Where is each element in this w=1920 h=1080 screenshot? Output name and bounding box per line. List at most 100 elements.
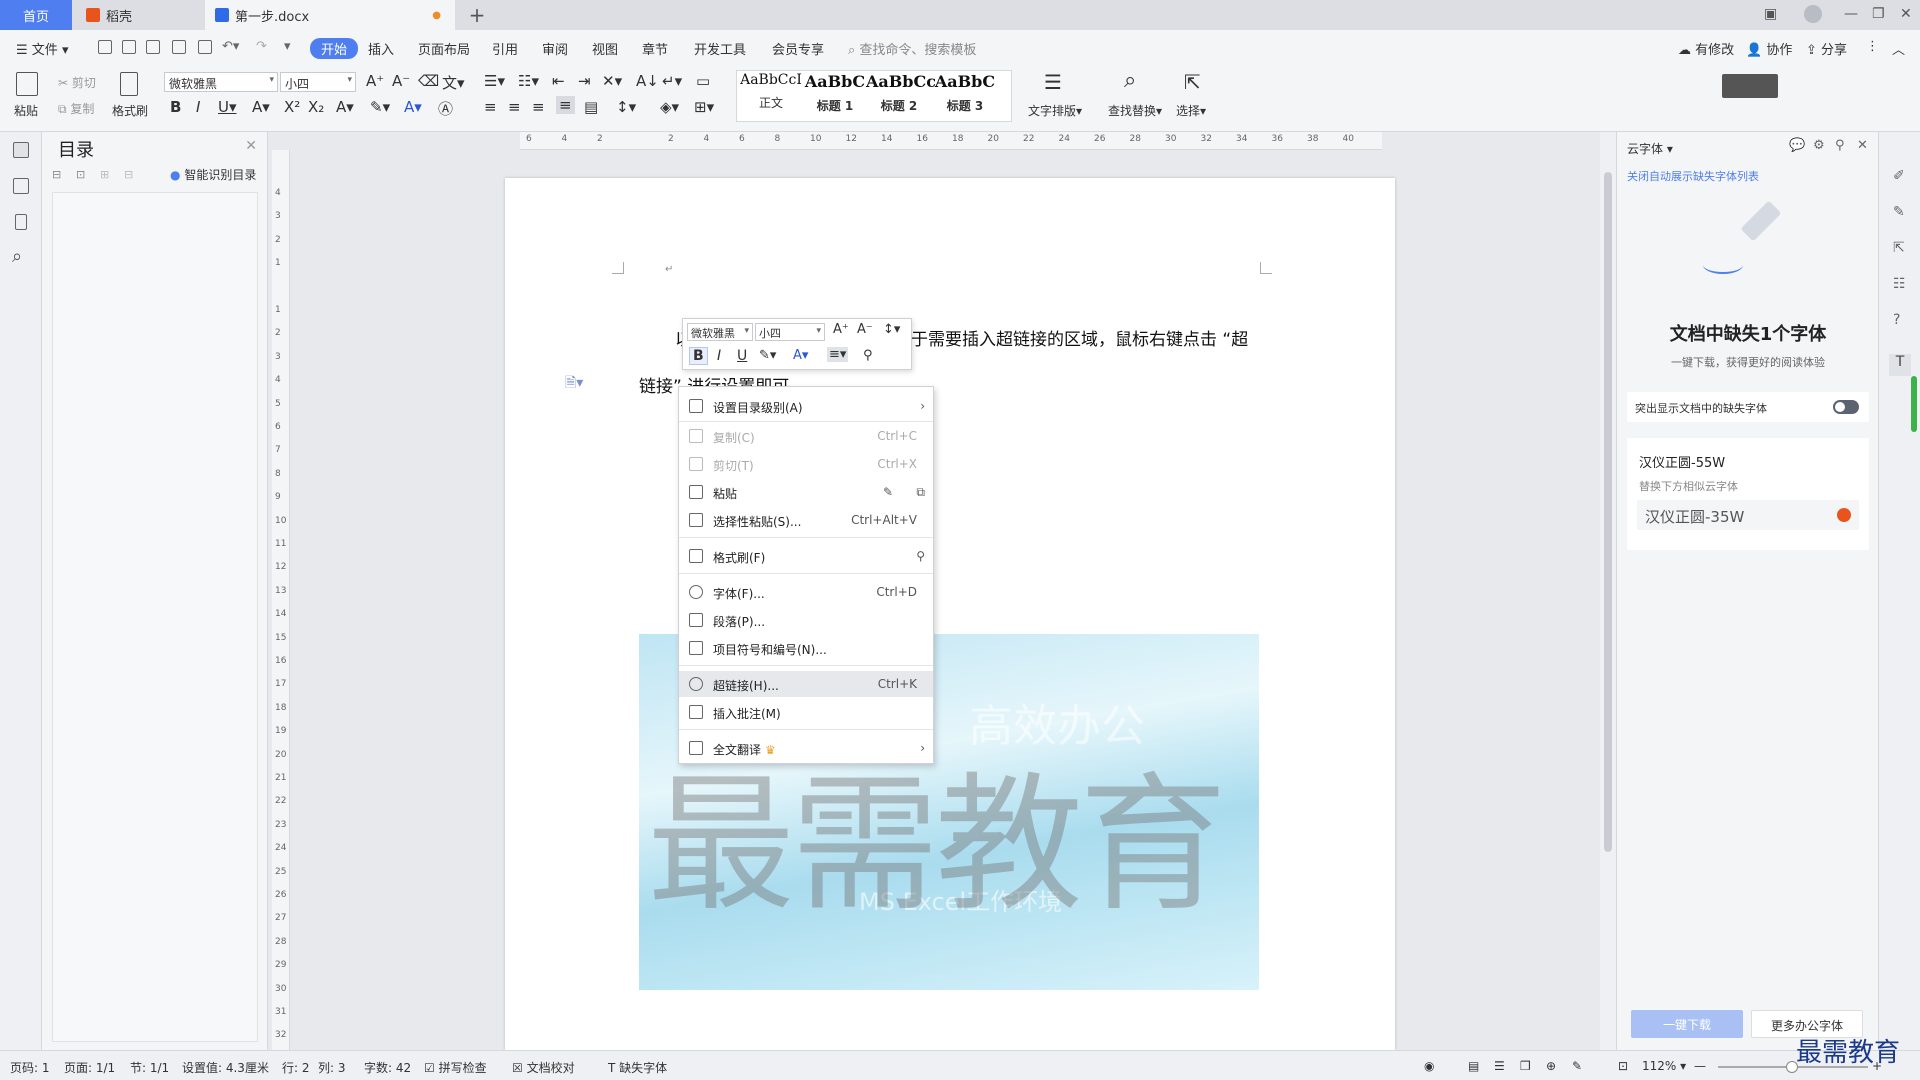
mini-bold-icon[interactable]: B [689,347,708,365]
status-page-num[interactable]: 页码: 1 [10,1059,50,1076]
cut-button[interactable]: ✂ 剪切 [58,74,96,91]
grow-font-icon[interactable]: A⁺ [366,72,384,90]
bold-icon[interactable]: B [170,98,181,116]
gear-icon[interactable]: ⚙ [1813,138,1825,153]
document-page[interactable]: ↵ 以 于需要插入超链接的区域，鼠标右键点击 “超 🗎▾ 链接” 进行设置即可。… [505,178,1395,1050]
font-color-icon[interactable]: A▾ [404,98,422,116]
select-icon[interactable]: ⇱ [1893,240,1905,256]
collapse-icon[interactable]: ⊡ [76,168,85,181]
numbering-icon[interactable]: ☷▾ [518,72,539,90]
help-icon[interactable]: ? [1893,312,1900,328]
clear-format-icon[interactable]: ⌫ [418,72,439,90]
superscript-icon[interactable]: X² [284,98,300,116]
collapse-ribbon-icon[interactable]: ︿ [1892,39,1905,58]
menu-references[interactable]: 引用 [492,39,518,58]
shading-icon[interactable]: ◈▾ [660,98,679,116]
menu-insert[interactable]: 插入 [368,39,394,58]
find-replace-button[interactable]: 查找替换▾ [1108,102,1162,119]
menu-member[interactable]: 会员专享 [772,39,824,58]
line-spacing-icon[interactable]: ↕▾ [616,98,636,116]
table-icon[interactable]: ▭ [696,72,710,90]
keyboard-icon[interactable] [1722,74,1778,98]
menu-developer[interactable]: 开发工具 [694,39,746,58]
mini-underline-icon[interactable]: U [737,348,747,364]
avatar[interactable] [1804,5,1822,23]
folder-icon[interactable] [13,178,29,194]
more-icon[interactable]: ⋮ [1866,39,1879,54]
eye-icon[interactable]: ◉ [1424,1059,1434,1073]
ctx-cut[interactable]: 剪切(T) Ctrl+X [679,451,933,477]
ctx-translate[interactable]: 全文翻译 ♛ › [679,735,933,761]
mini-font-select[interactable]: 微软雅黑 [687,323,753,341]
panel-header[interactable]: 云字体 ▾ [1627,140,1673,157]
mini-align-icon[interactable]: ≡▾ [827,347,849,362]
status-words[interactable]: 字数: 42 [364,1059,411,1076]
print-preview-icon[interactable] [198,40,212,54]
status-row[interactable]: 行: 2 [282,1059,310,1076]
collab-button[interactable]: 👤 协作 [1746,39,1792,58]
vertical-scrollbar[interactable] [1600,132,1616,1050]
show-marks-icon[interactable]: ↵▾ [662,72,682,90]
share-button[interactable]: ⇪ 分享 [1806,39,1847,58]
add-heading-icon[interactable]: ⊞ [100,168,109,181]
style-normal[interactable]: AaBbCcI 正文 [738,72,804,118]
close-window-icon[interactable]: ✕ [1900,6,1912,22]
undo-icon[interactable]: ↶▾ [222,39,239,54]
find-icon[interactable]: ⌕ [12,246,22,267]
cloud-font-icon[interactable]: T [1889,354,1911,376]
phonetic-icon[interactable]: 文▾ [442,72,465,93]
mini-font-color-icon[interactable]: A▾ [793,348,808,363]
close-icon[interactable]: ✕ [1857,138,1868,153]
mini-spacing-icon[interactable]: ↕▾ [883,322,900,337]
zoom-level[interactable]: 112% ▾ [1642,1059,1686,1073]
fit-page-icon[interactable]: ⊡ [1618,1059,1628,1073]
export-icon[interactable] [146,40,160,54]
zoom-out-icon[interactable]: — [1694,1059,1706,1073]
paste-text-only-icon[interactable]: ⧉ [916,485,925,500]
ctx-paste[interactable]: 粘贴 ✎ ⧉ [679,479,933,505]
close-auto-list-link[interactable]: 关闭自动展示缺失字体列表 [1627,168,1759,184]
pin-icon[interactable]: ⚲ [1835,138,1845,153]
bookmark-icon[interactable] [15,214,27,230]
mini-shrink-icon[interactable]: A⁻ [857,322,873,337]
subscript-icon[interactable]: X₂ [308,98,324,116]
new-tab-button[interactable]: + [462,0,492,30]
ctx-comment[interactable]: 插入批注(M) [679,699,933,725]
download-icon[interactable] [1837,508,1851,522]
chat-icon[interactable]: 💬 [1789,138,1805,153]
command-search[interactable]: ⌕ 查找命令、搜索模板 [848,39,976,58]
align-right-icon[interactable]: ≡ [532,98,545,116]
file-menu[interactable]: ☰ 文件 ▾ [16,39,68,58]
replacement-font-option[interactable]: 汉仪正圆-35W [1637,500,1859,530]
spell-check-button[interactable]: ☑ 拼写检查 [424,1059,487,1076]
remove-heading-icon[interactable]: ⊟ [124,168,133,181]
italic-icon[interactable]: I [196,98,200,116]
redo-icon[interactable]: ↷ [256,39,267,54]
paste-button[interactable]: 粘贴 [14,102,38,119]
format-painter-lock-icon[interactable]: ⚲ [916,549,925,563]
customize-icon[interactable]: ▾ [284,39,291,54]
format-painter-button[interactable]: 格式刷 [112,102,148,119]
ctx-format-painter[interactable]: 格式刷(F) ⚲ [679,543,933,569]
minimize-icon[interactable]: — [1844,6,1858,22]
reading-view-icon[interactable]: ❒ [1520,1059,1531,1073]
paste-keep-format-icon[interactable]: ✎ [883,485,893,499]
decrease-indent-icon[interactable]: ⇤ [552,72,565,90]
mini-grow-icon[interactable]: A⁺ [833,322,849,337]
horizontal-ruler[interactable]: 6 4 2 2 4 6 8 10 12 14 16 18 20 22 24 26 28 30 32 34 36 38 40 [520,132,1382,150]
status-col[interactable]: 列: 3 [318,1059,346,1076]
bullets-icon[interactable]: ☰▾ [484,72,505,90]
settings-sliders-icon[interactable]: ☷ [1893,276,1906,292]
save-icon[interactable] [122,40,136,54]
vertical-ruler[interactable]: 4 3 2 1 1 2 3 4 5 6 7 8 9 10 11 12 13 14 15 16 17 18 19 20 21 22 2… [272,150,290,1050]
close-icon[interactable]: ✕ [245,138,257,154]
mini-format-painter-icon[interactable]: ⚲ [863,348,873,363]
align-center-icon[interactable]: ≡ [508,98,521,116]
changes-button[interactable]: ☁ 有修改 [1678,39,1734,58]
ctx-copy[interactable]: 复制(C) Ctrl+C [679,423,933,449]
tab-home[interactable]: 首页 [0,0,72,30]
menu-page-layout[interactable]: 页面布局 [418,39,470,58]
expand-all-icon[interactable]: ⊟ [52,168,61,181]
mini-highlight-icon[interactable]: ✎▾ [759,348,776,363]
ctx-paragraph[interactable]: 段落(P)... [679,607,933,633]
